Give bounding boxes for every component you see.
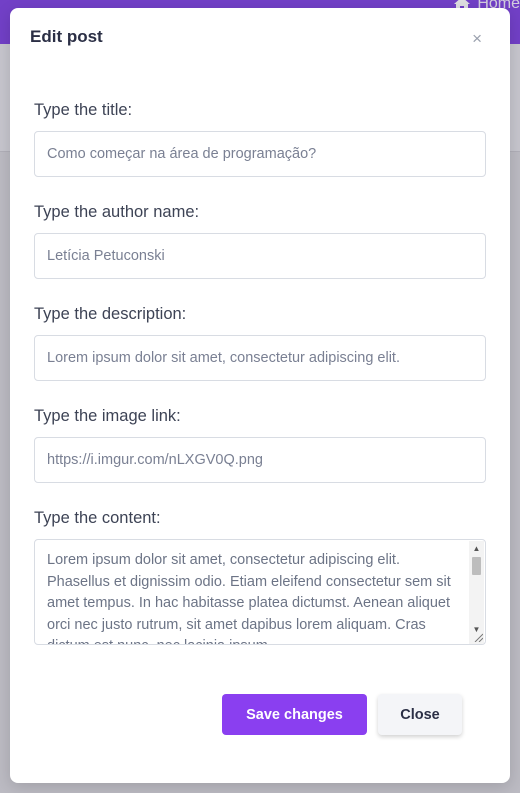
description-input[interactable]: Lorem ipsum dolor sit amet, consectetur … bbox=[34, 335, 486, 381]
title-input[interactable]: Como começar na área de programação? bbox=[34, 131, 486, 177]
author-label: Type the author name: bbox=[34, 203, 200, 221]
description-label: Type the description: bbox=[34, 305, 187, 323]
image-link-input[interactable]: https://i.imgur.com/nLXGV0Q.png bbox=[34, 437, 486, 483]
image-link-label: Type the image link: bbox=[34, 407, 181, 425]
content-scrollbar[interactable]: ▲ ▼ bbox=[469, 541, 484, 644]
title-label: Type the title: bbox=[34, 101, 133, 119]
author-input[interactable]: Letícia Petuconski bbox=[34, 233, 486, 279]
resize-handle-icon[interactable] bbox=[474, 633, 483, 642]
modal-title: Edit post bbox=[30, 27, 103, 46]
edit-post-modal: Edit post × Type the title: Como começar… bbox=[10, 8, 510, 783]
content-text: Lorem ipsum dolor sit amet, consectetur … bbox=[47, 552, 451, 644]
close-icon[interactable]: × bbox=[472, 30, 482, 47]
save-changes-button[interactable]: Save changes bbox=[222, 694, 367, 735]
scroll-up-icon[interactable]: ▲ bbox=[469, 541, 484, 555]
content-label: Type the content: bbox=[34, 509, 161, 527]
content-textarea[interactable]: Lorem ipsum dolor sit amet, consectetur … bbox=[34, 539, 486, 645]
close-button[interactable]: Close bbox=[378, 694, 462, 735]
scrollbar-thumb[interactable] bbox=[472, 557, 481, 575]
